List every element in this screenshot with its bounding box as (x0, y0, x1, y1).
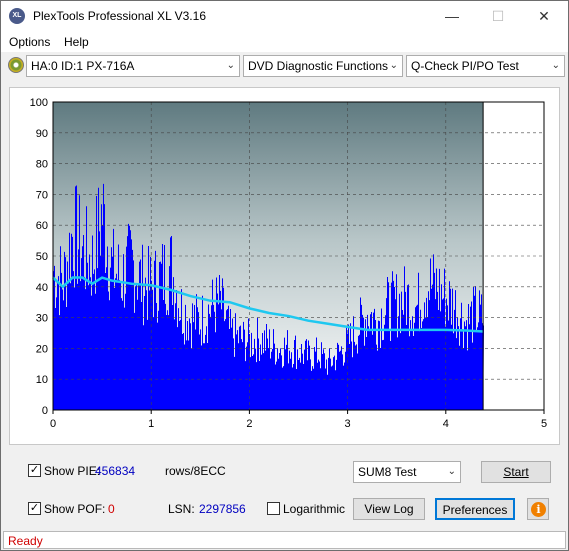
x-tick-label: 4 (443, 418, 449, 430)
view-log-button[interactable]: View Log (353, 498, 425, 520)
info-button[interactable]: i (527, 498, 549, 520)
function-select[interactable]: DVD Diagnostic Functions ⌄ (243, 55, 403, 77)
x-tick-label: 0 (50, 418, 56, 430)
y-tick-label: 50 (36, 251, 48, 263)
menu-help[interactable]: Help (64, 35, 89, 49)
y-tick-label: 30 (36, 313, 48, 325)
chart-panel: 0 10 20 30 40 50 60 70 80 90 100 0 1 2 3 4 5 (9, 87, 560, 445)
x-tick-label: 5 (541, 418, 547, 430)
drive-select[interactable]: HA:0 ID:1 PX-716A ⌄ (26, 55, 240, 77)
x-tick-label: 1 (148, 418, 154, 430)
minimize-button[interactable]: — (429, 1, 475, 32)
title-bar: XL PlexTools Professional XL V3.16 — ☐ ✕ (1, 1, 568, 32)
status-text: Ready (8, 534, 43, 548)
y-tick-label: 90 (36, 128, 48, 140)
test-select-value: Q-Check PI/PO Test (411, 59, 519, 73)
test-mode-select[interactable]: SUM8 Test ⌄ (353, 461, 461, 483)
maximize-button[interactable]: ☐ (475, 1, 521, 32)
chevron-down-icon: ⌄ (551, 60, 560, 71)
chevron-down-icon: ⌄ (447, 466, 456, 477)
y-tick-label: 60 (36, 220, 48, 232)
test-select[interactable]: Q-Check PI/PO Test ⌄ (406, 55, 565, 77)
chevron-down-icon: ⌄ (389, 60, 398, 71)
menu-bar: Options Help (1, 32, 568, 52)
x-tick-label: 2 (246, 418, 252, 430)
drive-select-value: HA:0 ID:1 PX-716A (31, 59, 135, 73)
y-tick-label: 100 (30, 97, 48, 109)
show-pof-checkbox[interactable]: ✓ (28, 502, 41, 515)
view-log-label: View Log (364, 502, 414, 516)
start-button[interactable]: Start (481, 461, 551, 483)
preferences-label: Preferences (442, 503, 508, 517)
logarithmic-checkbox[interactable] (267, 502, 280, 515)
app-logo-icon: XL (9, 8, 25, 24)
preferences-button[interactable]: Preferences (435, 498, 515, 520)
window-title: PlexTools Professional XL V3.16 (33, 9, 206, 23)
status-bar: Ready (3, 531, 566, 549)
y-tick-label: 40 (36, 282, 48, 294)
y-tick-label: 0 (42, 405, 48, 417)
y-tick-label: 80 (36, 159, 48, 171)
lsn-label: LSN: (168, 502, 195, 516)
y-tick-label: 20 (36, 343, 48, 355)
show-pie-label: Show PIE: (44, 464, 101, 478)
function-select-value: DVD Diagnostic Functions (248, 59, 389, 73)
menu-options[interactable]: Options (9, 35, 50, 49)
start-button-label: Start (503, 465, 529, 479)
rows-label: rows/8ECC (165, 464, 226, 478)
x-tick-label: 3 (345, 418, 351, 430)
show-pie-checkbox[interactable]: ✓ (28, 464, 41, 477)
logarithmic-label: Logarithmic (283, 502, 346, 516)
optical-disc-icon (8, 57, 24, 73)
show-pof-label: Show POF: (44, 502, 106, 516)
controls-panel: ✓ Show PIE: 456834 rows/8ECC SUM8 Test ⌄… (9, 453, 560, 529)
chevron-down-icon: ⌄ (226, 60, 235, 71)
test-mode-value: SUM8 Test (358, 465, 417, 479)
app-window: XL PlexTools Professional XL V3.16 — ☐ ✕… (0, 0, 569, 551)
pie-value: 456834 (95, 464, 136, 478)
pof-value: 0 (108, 502, 115, 516)
info-icon: i (531, 502, 546, 517)
close-button[interactable]: ✕ (521, 1, 567, 32)
y-tick-label: 70 (36, 189, 48, 201)
y-tick-label: 10 (36, 374, 48, 386)
pi-po-chart: 0 10 20 30 40 50 60 70 80 90 100 0 1 2 3 4 5 (30, 97, 547, 430)
lsn-value: 2297856 (199, 502, 246, 516)
